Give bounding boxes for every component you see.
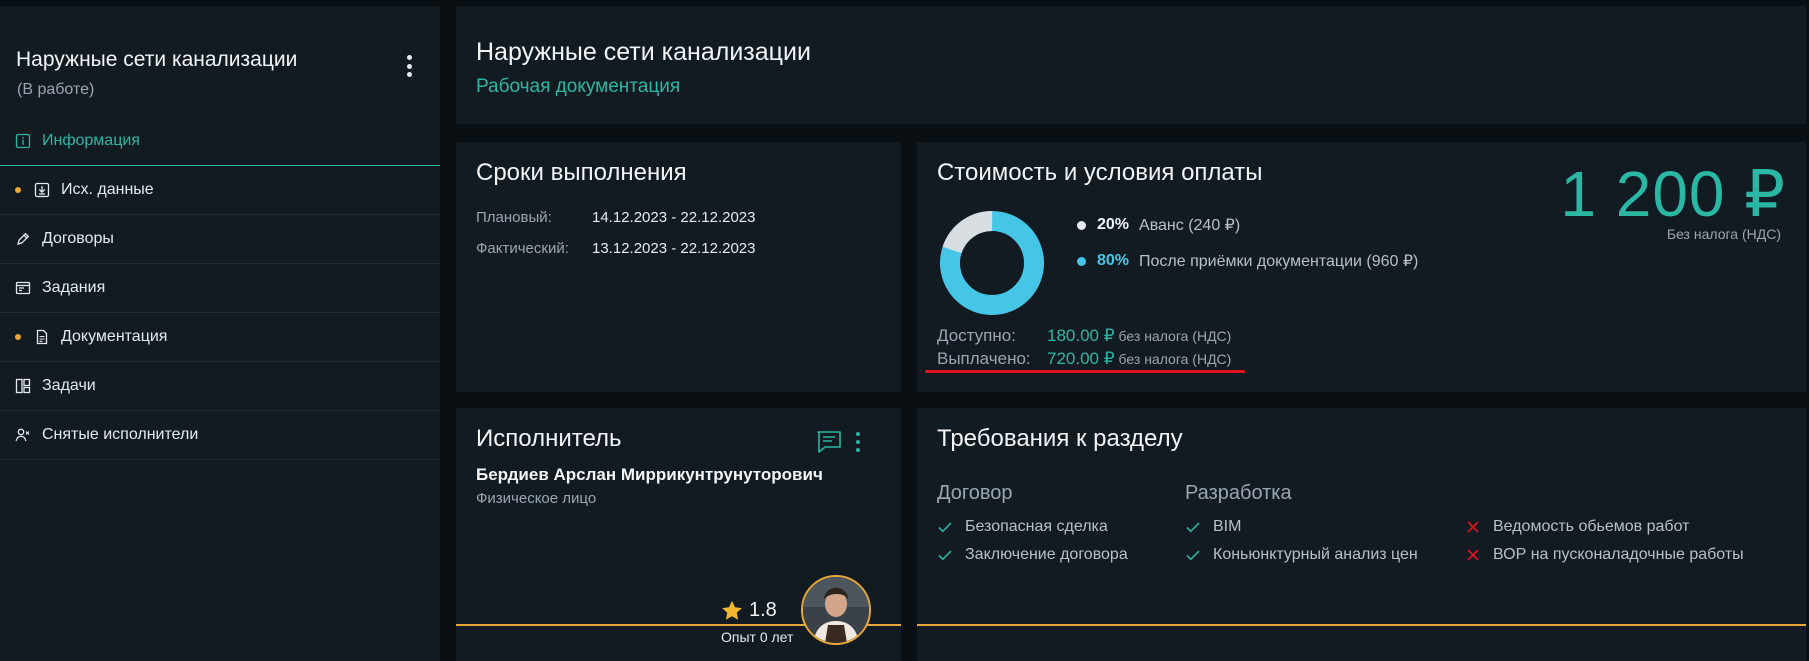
legend-bullet — [1077, 256, 1086, 266]
page-subtitle: Рабочая документация — [476, 76, 681, 97]
actual-value: 13.12.2023 - 22.12.2023 — [592, 240, 756, 257]
requirement-item: Заключение договора — [937, 541, 1128, 569]
available-row: Доступно: 180.00 ₽ без налога (НДС) — [937, 326, 1231, 346]
dev-heading: Разработка — [1185, 482, 1292, 504]
sidebar-item-assignments[interactable]: Задания — [0, 264, 440, 313]
executor-type: Физическое лицо — [476, 490, 597, 507]
legend-bullet — [1077, 220, 1086, 230]
available-note: без налога (НДС) — [1118, 328, 1232, 344]
sidebar-item-label: Договоры — [42, 230, 114, 247]
sidebar-item-label: Информация — [42, 132, 140, 149]
after-percent: 80% — [1097, 252, 1130, 269]
requirement-item: Коньюнктурный анализ цен — [1185, 541, 1418, 569]
terms-title: Сроки выполнения — [476, 159, 687, 186]
price-tax-note: Без налога (НДС) — [1666, 226, 1781, 242]
pen-icon — [15, 231, 31, 247]
star-icon — [722, 600, 742, 620]
available-label: Доступно: — [937, 326, 1016, 345]
executor-experience: Опыт 0 лет — [721, 629, 794, 645]
notification-dot — [15, 187, 21, 193]
legend-advance: 20% Аванс (240 ₽) — [1077, 215, 1240, 235]
paid-value: 720.00 ₽ — [1047, 349, 1115, 368]
sidebar-item-info[interactable]: Информация — [0, 117, 440, 166]
advance-description: Аванс (240 ₽) — [1139, 217, 1241, 234]
cross-icon — [1467, 549, 1479, 561]
actual-label: Фактический: — [476, 240, 569, 257]
check-icon — [1186, 550, 1200, 561]
project-title: Наружные сети канализации — [16, 48, 298, 71]
requirements-card: Требования к разделу Договор Безопасная … — [917, 408, 1806, 661]
project-status: (В работе) — [17, 81, 95, 98]
planned-row: Плановый: 14.12.2023 - 22.12.2023 — [476, 209, 755, 226]
sidebar-item-label: Снятые исполнители — [42, 426, 199, 443]
info-icon — [15, 133, 31, 149]
cross-icon — [1467, 521, 1479, 533]
contract-heading: Договор — [937, 482, 1013, 504]
sidebar-item-tasks[interactable]: Задачи — [0, 362, 440, 411]
task-window-icon — [15, 280, 31, 296]
sidebar-item-label: Исх. данные — [61, 181, 154, 198]
paid-row: Выплачено: 720.00 ₽ без налога (НДС) — [937, 349, 1231, 369]
available-value: 180.00 ₽ — [1047, 326, 1115, 345]
requirement-item: BIM — [1185, 513, 1418, 541]
requirements-missing-column: Ведомость обьемов работ ВОР на пусконала… — [1465, 482, 1744, 569]
sidebar-item-label: Задачи — [42, 377, 96, 394]
sidebar-item-removed-executors[interactable]: Снятые исполнители — [0, 411, 440, 460]
check-icon — [938, 522, 952, 533]
check-icon — [938, 550, 952, 561]
board-icon — [15, 378, 31, 394]
planned-label: Плановый: — [476, 209, 552, 226]
download-icon — [34, 182, 50, 198]
executor-card: Исполнитель Бердиев Арслан Миррикунтруну… — [456, 408, 901, 661]
page-title: Наружные сети канализации — [476, 38, 811, 66]
requirement-item: Ведомость обьемов работ — [1465, 513, 1744, 541]
paid-label: Выплачено: — [937, 349, 1031, 368]
legend-after-acceptance: 80% После приёмки документации (960 ₽) — [1077, 251, 1418, 271]
rating-value: 1.8 — [749, 599, 777, 621]
total-price: 1 200 ₽ — [1560, 158, 1786, 230]
executor-title: Исполнитель — [476, 425, 622, 452]
notification-dot — [15, 334, 21, 340]
requirements-dev-column: Разработка BIM Коньюнктурный анализ цен — [1185, 482, 1418, 569]
paid-underline — [925, 370, 1245, 373]
executor-name[interactable]: Бердиев Арслан Миррикунтрунуторович — [476, 465, 823, 485]
sidebar: Наружные сети канализации (В работе) Инф… — [0, 6, 440, 661]
user-remove-icon — [15, 427, 31, 443]
executor-actions — [816, 430, 860, 454]
sidebar-nav: Информация Исх. данные Договоры Задания — [0, 117, 440, 460]
requirements-contract-column: Договор Безопасная сделка Заключение дог… — [937, 482, 1128, 569]
document-icon — [34, 329, 50, 345]
requirement-item: ВОР на пусконаладочные работы — [1465, 541, 1744, 569]
payment-donut-chart — [940, 211, 1044, 315]
sidebar-item-label: Документация — [61, 328, 168, 345]
avatar[interactable] — [801, 575, 871, 645]
paid-note: без налога (НДС) — [1118, 351, 1232, 367]
planned-value: 14.12.2023 - 22.12.2023 — [592, 209, 756, 226]
chat-icon[interactable] — [816, 430, 842, 454]
sidebar-item-label: Задания — [42, 279, 106, 296]
advance-percent: 20% — [1097, 216, 1130, 233]
more-options-icon[interactable] — [399, 52, 419, 80]
after-description: После приёмки документации (960 ₽) — [1139, 253, 1419, 270]
page-header: Наружные сети канализации Рабочая докуме… — [456, 6, 1806, 124]
sidebar-item-source-data[interactable]: Исх. данные — [0, 166, 440, 215]
cost-card: Стоимость и условия оплаты 20% Аванс (24… — [917, 142, 1806, 392]
sidebar-item-documentation[interactable]: Документация — [0, 313, 440, 362]
check-icon — [1186, 522, 1200, 533]
cost-title: Стоимость и условия оплаты — [937, 159, 1263, 186]
requirement-item: Безопасная сделка — [937, 513, 1128, 541]
requirements-divider — [917, 624, 1806, 626]
terms-card: Сроки выполнения Плановый: 14.12.2023 - 2… — [456, 142, 901, 392]
executor-rating: 1.8 — [721, 599, 777, 622]
more-options-icon[interactable] — [856, 432, 860, 452]
sidebar-item-contracts[interactable]: Договоры — [0, 215, 440, 264]
actual-row: Фактический: 13.12.2023 - 22.12.2023 — [476, 240, 755, 257]
requirements-title: Требования к разделу — [937, 425, 1183, 452]
